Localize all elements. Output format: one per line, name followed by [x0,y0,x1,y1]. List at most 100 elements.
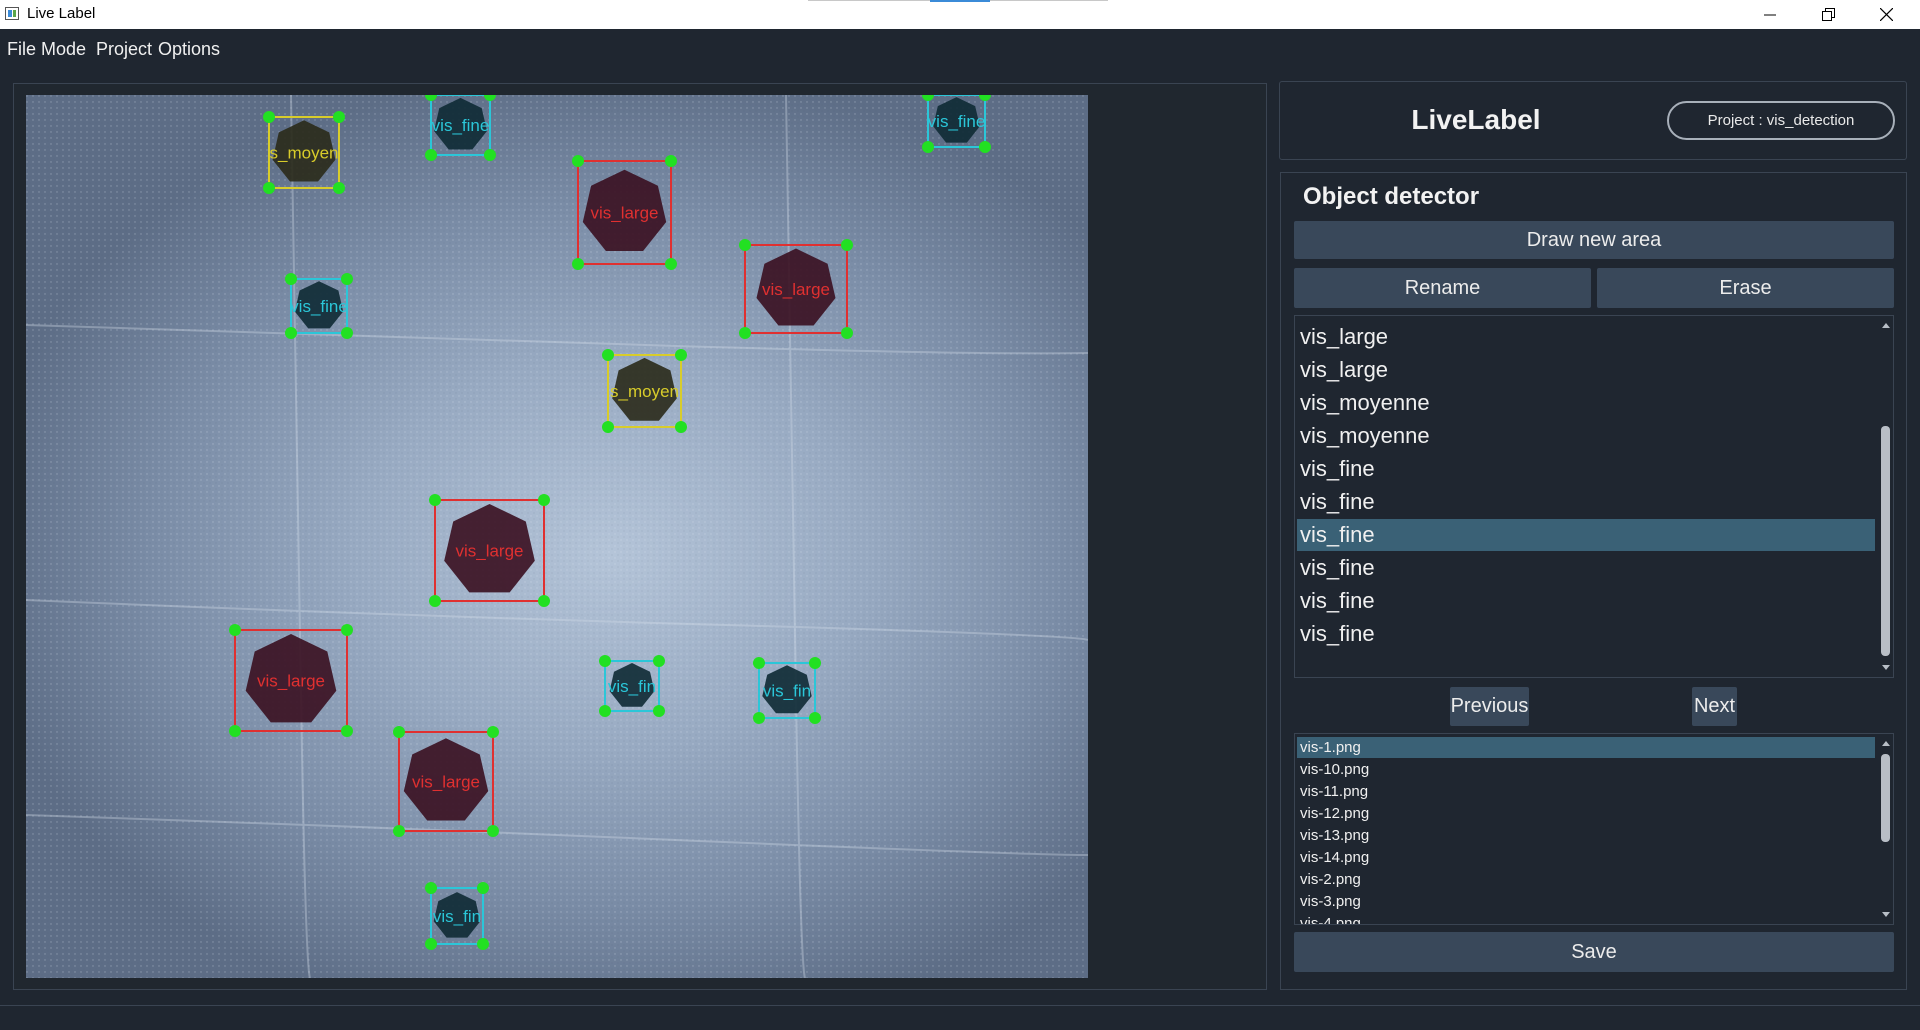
resize-handle[interactable] [429,595,441,607]
file-list-item[interactable]: vis-13.png [1297,825,1875,846]
resize-handle[interactable] [484,149,496,161]
resize-handle[interactable] [841,327,853,339]
resize-handle[interactable] [341,725,353,737]
resize-handle[interactable] [477,882,489,894]
resize-handle[interactable] [572,258,584,270]
resize-handle[interactable] [263,111,275,123]
resize-handle[interactable] [675,349,687,361]
rename-button[interactable]: Rename [1294,268,1591,308]
resize-handle[interactable] [739,239,751,251]
scroll-up-icon[interactable] [1882,323,1890,328]
file-list-item[interactable]: vis-14.png [1297,847,1875,868]
label-list-scrollbar[interactable] [1881,336,1890,656]
resize-handle[interactable] [922,141,934,153]
annotation-label: vis_fin [608,677,656,696]
label-list-item[interactable]: vis_fine [1297,552,1875,584]
file-list-scrollbar[interactable] [1881,752,1890,902]
resize-handle[interactable] [229,725,241,737]
file-list-item[interactable]: vis-10.png [1297,759,1875,780]
file-scroll-down-icon[interactable] [1882,912,1890,917]
label-list[interactable]: vis_large vis_large vis_moyenne vis_moyenne… [1294,315,1894,678]
menu-bar: File Mode Project Options [0,29,1920,67]
resize-handle[interactable] [425,882,437,894]
resize-handle[interactable] [341,273,353,285]
save-button[interactable]: Save [1294,932,1894,972]
resize-handle[interactable] [429,494,441,506]
background-texture [26,95,1088,978]
menu-file[interactable]: File [7,39,36,60]
resize-handle[interactable] [841,239,853,251]
resize-handle[interactable] [739,327,751,339]
resize-handle[interactable] [333,111,345,123]
project-button[interactable]: Project : vis_detection [1667,101,1895,140]
minimize-button[interactable] [1741,0,1799,29]
annotation-label: vis_fin [763,682,811,701]
resize-handle[interactable] [393,825,405,837]
label-list-item[interactable]: vis_moyenne [1297,420,1875,452]
resize-handle[interactable] [341,327,353,339]
resize-handle[interactable] [285,327,297,339]
annotation-layer[interactable]: vis_large vis_large vis_large vis_large vis_… [26,95,1088,978]
resize-handle[interactable] [572,155,584,167]
label-list-item[interactable]: vis_large [1297,354,1875,386]
label-list-item[interactable]: vis_moyenne [1297,387,1875,419]
resize-handle[interactable] [653,655,665,667]
resize-handle[interactable] [753,712,765,724]
resize-handle[interactable] [477,938,489,950]
label-list-item[interactable]: vis_fine [1297,453,1875,485]
file-list-item[interactable]: vis-3.png [1297,891,1875,912]
resize-handle[interactable] [665,155,677,167]
resize-handle[interactable] [653,705,665,717]
label-list-item[interactable]: vis_fine [1297,519,1875,551]
resize-handle[interactable] [538,494,550,506]
scroll-down-icon[interactable] [1882,665,1890,670]
annotation-label: vis_large [455,542,523,561]
resize-handle[interactable] [602,421,614,433]
close-button[interactable] [1857,0,1915,29]
file-list-item[interactable]: vis-11.png [1297,781,1875,802]
resize-handle[interactable] [809,657,821,669]
menu-mode[interactable]: Mode [41,39,86,60]
resize-handle[interactable] [229,624,241,636]
resize-handle[interactable] [425,938,437,950]
resize-handle[interactable] [425,149,437,161]
resize-handle[interactable] [599,705,611,717]
resize-handle[interactable] [665,258,677,270]
label-list-item[interactable]: vis_large [1297,321,1875,353]
resize-handle[interactable] [753,657,765,669]
status-bar [0,1005,1920,1030]
resize-handle[interactable] [393,726,405,738]
file-list[interactable]: vis-1.png vis-10.png vis-11.png vis-12.png v… [1294,733,1894,925]
resize-handle[interactable] [675,421,687,433]
resize-handle[interactable] [602,349,614,361]
resize-handle[interactable] [599,655,611,667]
label-list-scroll-thumb[interactable] [1881,426,1890,656]
resize-handle[interactable] [285,273,297,285]
erase-button[interactable]: Erase [1597,268,1894,308]
label-list-item[interactable]: vis_fine [1297,618,1875,650]
file-list-item[interactable]: vis-2.png [1297,869,1875,890]
menu-options[interactable]: Options [158,39,220,60]
restore-button[interactable] [1799,0,1857,29]
resize-handle[interactable] [263,182,275,194]
resize-handle[interactable] [341,624,353,636]
annotation-label: vis_large [590,204,658,223]
file-list-item[interactable]: vis-4.png [1297,913,1875,924]
resize-handle[interactable] [538,595,550,607]
label-list-item[interactable]: vis_fine [1297,585,1875,617]
file-list-item[interactable]: vis-1.png [1297,737,1875,758]
resize-handle[interactable] [809,712,821,724]
previous-button[interactable]: Previous [1450,687,1529,726]
file-scroll-up-icon[interactable] [1882,741,1890,746]
file-list-scroll-thumb[interactable] [1881,754,1890,842]
resize-handle[interactable] [979,141,991,153]
file-list-item[interactable]: vis-12.png [1297,803,1875,824]
resize-handle[interactable] [333,182,345,194]
resize-handle[interactable] [487,825,499,837]
label-list-item[interactable]: vis_fine [1297,486,1875,518]
next-button[interactable]: Next [1692,687,1737,726]
image-canvas[interactable]: vis_large vis_large vis_large vis_large vis_… [26,95,1088,978]
resize-handle[interactable] [487,726,499,738]
menu-project[interactable]: Project [96,39,152,60]
draw-new-area-button[interactable]: Draw new area [1294,221,1894,259]
